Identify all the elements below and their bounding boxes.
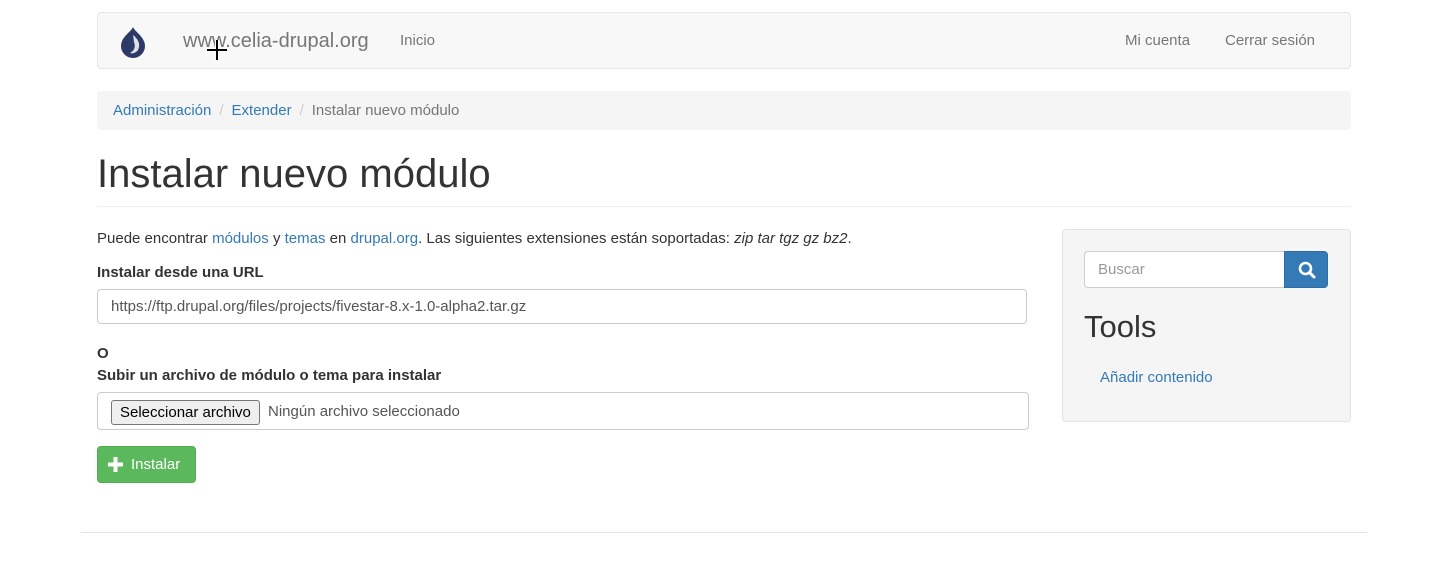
or-separator-label: O [97,345,109,362]
nav-account-link[interactable]: Mi cuenta [1125,32,1190,49]
title-divider [97,206,1351,207]
search-button[interactable] [1284,251,1328,288]
intro-suffix: . Las siguientes extensiones están sopor… [418,230,735,247]
intro-text: Puede encontrar módulos y temas en drupa… [97,229,852,249]
intro-end: . [847,230,852,247]
search-input[interactable] [1084,251,1286,288]
supported-extensions: zip tar tgz gz bz2 [734,230,848,247]
drupal-drop-icon[interactable] [118,26,148,58]
breadcrumb-extender[interactable]: Extender [232,102,292,119]
intro-prefix: Puede encontrar [97,230,213,247]
intro-and: y [268,230,285,247]
breadcrumb-current: Instalar nuevo módulo [311,102,460,119]
page-title: Instalar nuevo módulo [97,152,491,196]
install-button-label: Instalar [131,456,181,473]
file-upload-field: Seleccionar archivo Ningún archivo selec… [97,392,1029,430]
breadcrumb: Administración / Extender / Instalar nuevo m… [97,91,1351,130]
nav-logout-link[interactable]: Cerrar sesión [1225,32,1315,49]
add-content-link[interactable]: Añadir contenido [1100,369,1213,386]
breadcrumb-separator: / [299,102,304,119]
breadcrumb-administracion[interactable]: Administración [113,102,211,119]
upload-field-label: Subir un archivo de módulo o tema para i… [97,367,442,384]
select-file-button[interactable]: Seleccionar archivo [111,400,260,425]
install-url-input[interactable] [97,289,1027,324]
tools-heading: Tools [1084,309,1157,344]
nav-home-link[interactable]: Inicio [400,32,435,49]
file-status-text: Ningún archivo seleccionado [268,403,460,420]
install-button[interactable]: Instalar [97,446,196,483]
search-icon [1298,261,1316,279]
themes-link[interactable]: temas [285,230,326,247]
crosshair-cursor-icon [206,39,228,61]
footer-divider [81,532,1367,533]
drupal-org-link[interactable]: drupal.org [351,230,419,247]
intro-in: en [325,230,351,247]
top-navbar: www.celia-drupal.org Inicio Mi cuenta Ce… [97,12,1351,69]
url-field-label: Instalar desde una URL [97,264,264,281]
plus-icon [108,457,123,472]
breadcrumb-separator: / [219,102,224,119]
sidebar-well: Tools Añadir contenido [1062,229,1351,422]
modules-link[interactable]: módulos [212,230,269,247]
